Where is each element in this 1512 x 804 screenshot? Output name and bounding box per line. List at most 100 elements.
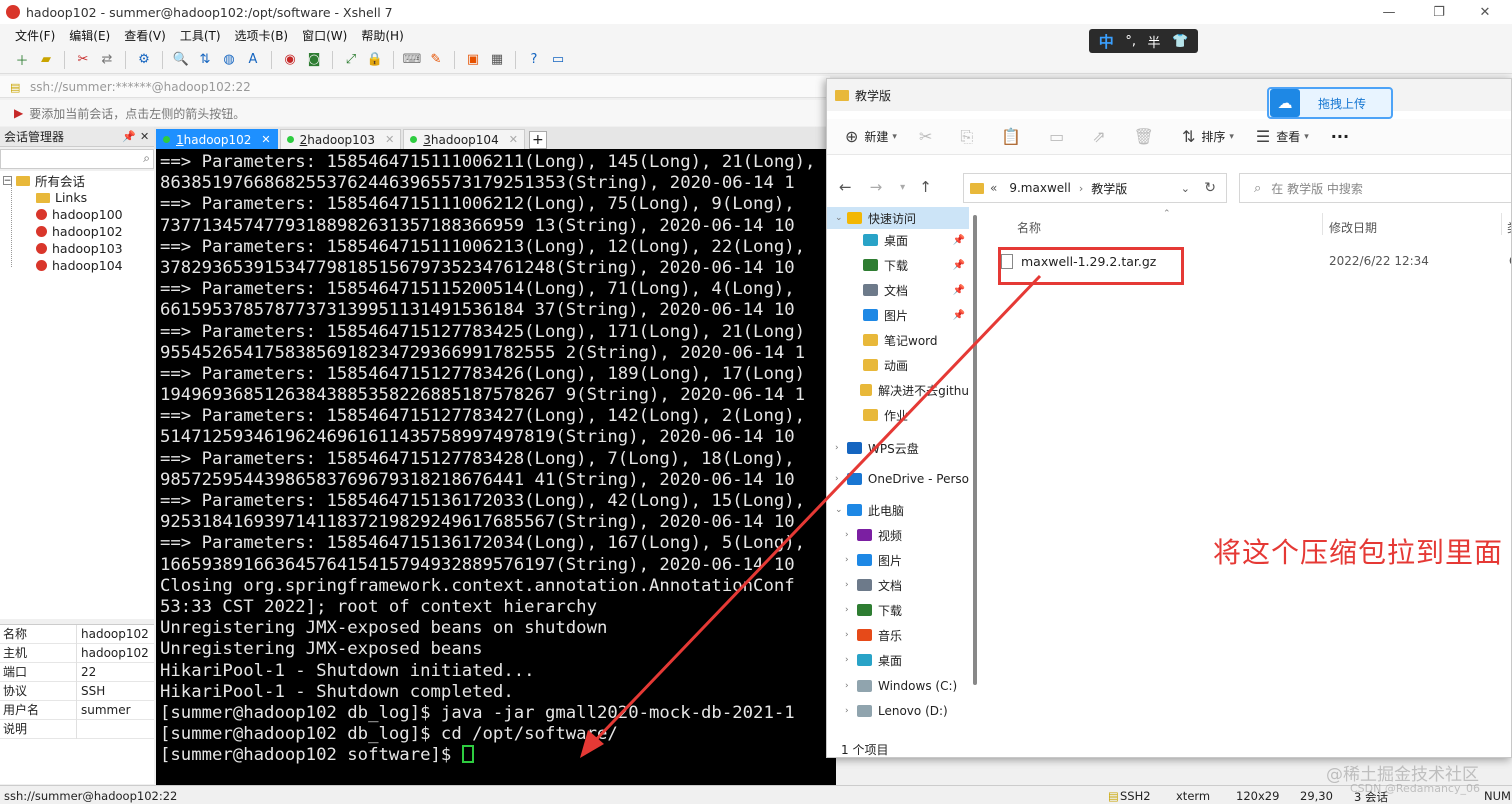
transfer-icon[interactable]: ⇅ [195, 51, 215, 69]
delete-icon[interactable]: 🗑 [1134, 127, 1154, 146]
nav-item[interactable]: › 桌面 [827, 649, 969, 671]
column-type[interactable]: 类 [1507, 219, 1511, 236]
drag-upload-button[interactable]: ☁ 拖拽上传 [1267, 87, 1393, 119]
column-name[interactable]: 名称 [1017, 219, 1041, 236]
recent-icon[interactable]: ▾ [900, 182, 905, 193]
tab-hadoop104[interactable]: 3 hadoop104 ✕ [403, 129, 525, 149]
tree-item-hadoop102[interactable]: hadoop102 [36, 223, 123, 240]
up-icon[interactable]: ↑ [919, 178, 932, 196]
highlight-icon[interactable]: ✎ [426, 51, 446, 69]
collapse-icon[interactable]: − [3, 176, 12, 186]
tree-item-hadoop100[interactable]: hadoop100 [36, 206, 123, 223]
nav-item[interactable]: › WPS云盘 [827, 437, 969, 459]
open-folder-icon[interactable]: ▰ [36, 51, 56, 69]
tab-hadoop102[interactable]: 1 hadoop102 ✕ [156, 129, 278, 149]
properties-icon[interactable]: ⚙ [134, 51, 154, 69]
nav-item[interactable]: 解决进不去githu [827, 379, 969, 401]
paste-icon[interactable]: 📋 [1001, 127, 1021, 146]
fullscreen-icon[interactable]: ⤢ [341, 51, 361, 69]
tab-close-icon[interactable]: ✕ [509, 133, 518, 146]
new-tab-button[interactable]: + [528, 131, 547, 149]
find-icon[interactable]: 🔍 [171, 51, 191, 69]
chevron-icon[interactable]: › [845, 530, 857, 540]
nav-item[interactable]: ⌄ 快速访问 [827, 207, 969, 229]
rename-icon[interactable]: ▭ [1049, 127, 1064, 146]
new-session-icon[interactable]: ＋ [12, 51, 32, 69]
tree-root-all-sessions[interactable]: − 所有会话 [3, 172, 85, 189]
tree-item-hadoop104[interactable]: hadoop104 [36, 257, 123, 274]
layout-icon[interactable]: ▦ [487, 51, 507, 69]
search-input[interactable]: ⌕ 在 教学版 中搜索 [1239, 173, 1511, 203]
column-divider[interactable] [1501, 213, 1502, 235]
close-button[interactable]: ✕ [1462, 0, 1508, 24]
ime-skin-icon[interactable]: 👕 [1172, 34, 1188, 49]
chat-icon[interactable]: ▭ [548, 51, 568, 69]
chevron-icon[interactable]: › [845, 706, 857, 716]
bookmark-icon[interactable]: ▶ [14, 106, 23, 120]
xftp-icon[interactable]: ◉ [280, 51, 300, 69]
chevron-icon[interactable]: › [845, 580, 857, 590]
font-icon[interactable]: A [243, 51, 263, 69]
nav-item[interactable]: › Windows (C:) [827, 675, 969, 697]
session-search-input[interactable]: ⌕ [0, 149, 154, 169]
ime-punct-toggle[interactable]: °, [1125, 34, 1136, 49]
chevron-icon[interactable]: › [835, 443, 847, 453]
nav-item[interactable]: 动画 [827, 354, 969, 376]
chevron-icon[interactable]: › [845, 555, 857, 565]
cut-icon[interactable]: ✂ [919, 127, 932, 146]
menu-file[interactable]: 文件(F) [8, 27, 62, 44]
nav-item[interactable]: › 下载 [827, 599, 969, 621]
pin-icon[interactable]: 📌 [122, 130, 136, 143]
keyboard-icon[interactable]: ⌨ [402, 51, 422, 69]
nav-item[interactable]: › 图片 [827, 549, 969, 571]
help-icon[interactable]: ? [524, 51, 544, 69]
forward-icon[interactable]: → [870, 178, 883, 196]
sort-button[interactable]: ⇅ 排序 ▾ [1182, 127, 1234, 146]
chevron-down-icon[interactable]: ⌄ [1181, 182, 1190, 195]
nav-item[interactable]: 下载 📌 [827, 254, 969, 276]
menu-tabs[interactable]: 选项卡(B) [228, 27, 296, 44]
menu-help[interactable]: 帮助(H) [354, 27, 410, 44]
back-icon[interactable]: ← [839, 178, 852, 196]
tab-close-icon[interactable]: ✕ [385, 133, 394, 146]
more-button[interactable]: ··· [1331, 127, 1349, 146]
minimize-button[interactable]: — [1366, 0, 1412, 24]
tree-item-hadoop103[interactable]: hadoop103 [36, 240, 123, 257]
nav-item[interactable]: 笔记word [827, 329, 969, 351]
share-icon[interactable]: ⇗ [1092, 127, 1105, 146]
session-manager-close-icon[interactable]: ✕ [140, 130, 149, 143]
chevron-icon[interactable]: › [845, 655, 857, 665]
column-modified[interactable]: 修改日期 [1329, 219, 1377, 236]
copy-icon[interactable]: ⎘ [960, 127, 973, 147]
terminal-output[interactable]: ==> Parameters: 1585464715111006211(Long… [156, 149, 836, 785]
chevron-icon[interactable]: › [845, 681, 857, 691]
nav-item[interactable]: 作业 [827, 404, 969, 426]
chevron-icon[interactable]: › [835, 474, 847, 484]
nav-item[interactable]: › 文档 [827, 574, 969, 596]
menu-view[interactable]: 查看(V) [117, 27, 173, 44]
nav-item[interactable]: 桌面 📌 [827, 229, 969, 251]
tree-item-links[interactable]: Links [36, 189, 87, 206]
chevron-icon[interactable]: › [845, 630, 857, 640]
nav-item[interactable]: ⌄ 此电脑 [827, 499, 969, 521]
breadcrumb-overflow[interactable]: « [990, 181, 997, 195]
new-button[interactable]: ⊕ 新建 ▾ [845, 127, 897, 146]
chevron-icon[interactable]: › [845, 605, 857, 615]
address-bar[interactable]: « 9.maxwell › 教学版 ⌄ ↻ [963, 173, 1227, 203]
view-button[interactable]: ☰ 查看 ▾ [1256, 127, 1309, 146]
session-address-bar[interactable]: ▤ ssh://summer:******@hadoop102:22 [0, 76, 830, 98]
chevron-icon[interactable]: ⌄ [835, 213, 847, 223]
breadcrumb-current[interactable]: 教学版 [1091, 180, 1127, 197]
tab-close-icon[interactable]: ✕ [261, 133, 270, 146]
refresh-icon[interactable]: ↻ [1204, 180, 1216, 196]
ime-toolbar[interactable]: 中 °, 半 👕 [1089, 29, 1198, 53]
xagent-icon[interactable]: ◙ [304, 51, 324, 69]
tab-hadoop103[interactable]: 2 hadoop103 ✕ [279, 129, 402, 149]
nav-item[interactable]: 图片 📌 [827, 304, 969, 326]
nav-item[interactable]: › 视频 [827, 524, 969, 546]
ime-lang-toggle[interactable]: 中 [1099, 31, 1114, 52]
nav-item[interactable]: › Lenovo (D:) [827, 700, 969, 722]
globe-icon[interactable]: ◍ [219, 51, 239, 69]
column-divider[interactable] [1322, 213, 1323, 235]
menu-edit[interactable]: 编辑(E) [62, 27, 117, 44]
